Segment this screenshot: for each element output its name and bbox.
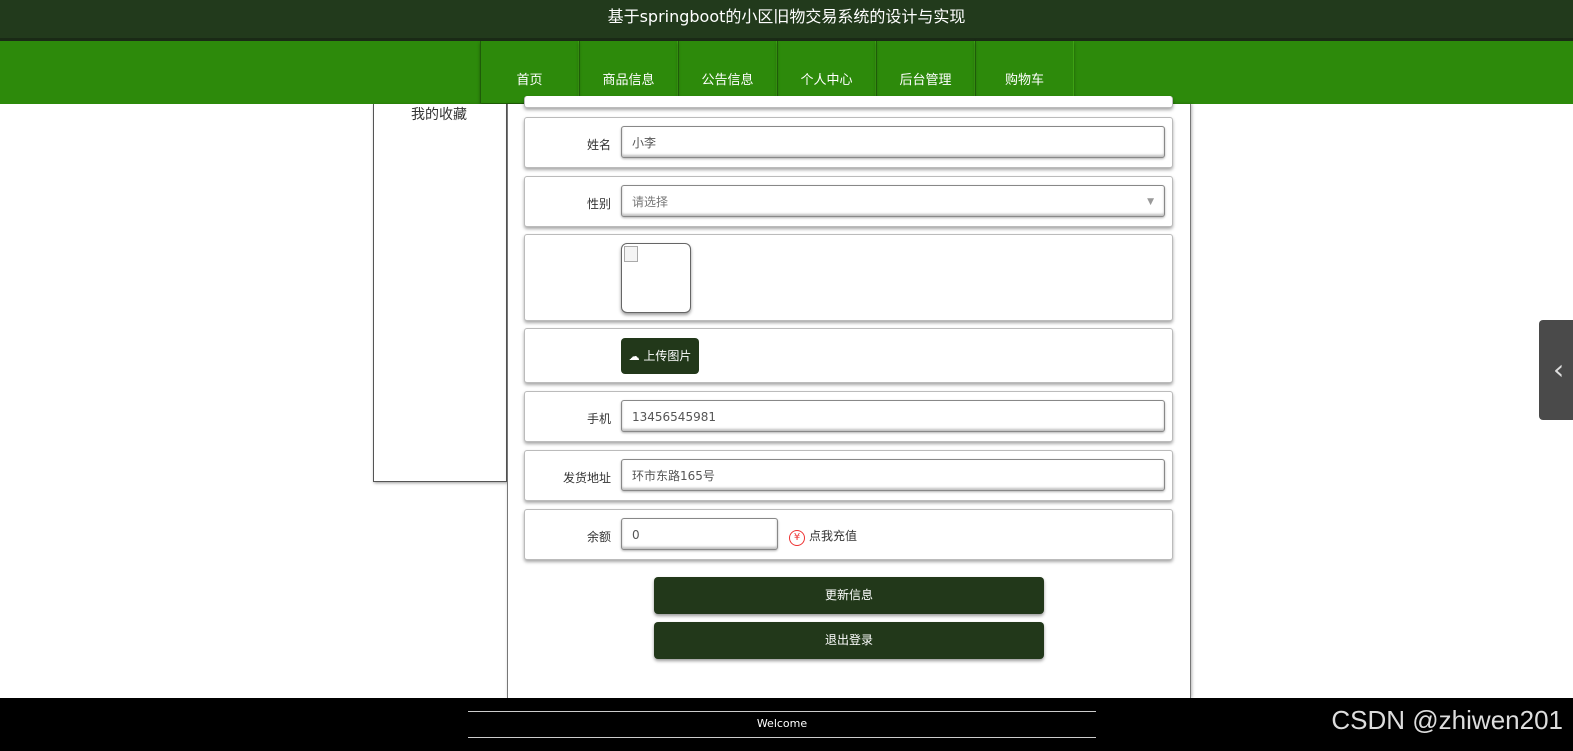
form-row-name: 姓名 小李 (524, 117, 1173, 168)
sidebar-item-favorites[interactable]: 我的收藏 (411, 104, 467, 124)
footer-welcome: Welcome (756, 717, 808, 730)
cloud-upload-icon: ☁ (628, 350, 640, 363)
avatar-preview (621, 243, 691, 313)
form-row-partial (524, 96, 1173, 108)
gender-select[interactable]: 请选择 ▼ (621, 185, 1165, 217)
update-info-button[interactable]: 更新信息 (654, 577, 1044, 614)
watermark-text: CSDN @zhiwen201 (1331, 705, 1563, 735)
name-label: 姓名 (586, 138, 611, 152)
footer-divider (468, 711, 1096, 712)
nav-item-admin[interactable]: 后台管理 (876, 41, 975, 103)
recharge-link[interactable]: ¥ 点我充值 (789, 527, 857, 546)
nav-item-announcements[interactable]: 公告信息 (678, 41, 777, 103)
nav-item-profile[interactable]: 个人中心 (777, 41, 876, 103)
chevron-down-icon: ▼ (1147, 197, 1154, 207)
gender-placeholder: 请选择 (632, 195, 669, 209)
form-row-address: 发货地址 环市东路165号 (524, 450, 1173, 501)
site-title: 基于springboot的小区旧物交易系统的设计与实现 (0, 0, 1573, 38)
balance-label: 余额 (586, 530, 611, 544)
profile-sidebar: 我的收藏 (373, 104, 507, 482)
balance-input[interactable]: 0 (621, 518, 778, 550)
name-input[interactable]: 小李 (621, 126, 1165, 158)
form-row-avatar (524, 234, 1173, 321)
site-footer: Welcome CSDN @zhiwen201 (0, 698, 1573, 751)
nav-item-products[interactable]: 商品信息 (579, 41, 678, 103)
logout-button[interactable]: 退出登录 (654, 622, 1044, 659)
nav-item-home[interactable]: 首页 (480, 41, 579, 103)
profile-form-panel: 姓名 小李 性别 请选择 ▼ ☁ 上传图片 手机 13456545981 发货地… (507, 96, 1191, 698)
form-row-gender: 性别 请选择 ▼ (524, 176, 1173, 227)
chevron-left-icon: ‹ (1553, 353, 1565, 386)
gender-label: 性别 (586, 197, 611, 211)
address-label: 发货地址 (562, 471, 611, 485)
form-row-balance: 余额 0 ¥ 点我充值 (524, 509, 1173, 560)
upload-image-button[interactable]: ☁ 上传图片 (621, 338, 699, 374)
broken-image-icon (624, 246, 638, 262)
nav-item-cart[interactable]: 购物车 (975, 41, 1074, 103)
phone-label: 手机 (586, 412, 611, 426)
form-row-upload: ☁ 上传图片 (524, 328, 1173, 383)
recharge-label: 点我充值 (809, 529, 858, 543)
phone-input[interactable]: 13456545981 (621, 400, 1165, 432)
main-navbar: 首页 商品信息 公告信息 个人中心 后台管理 购物车 (0, 38, 1573, 104)
address-input[interactable]: 环市东路165号 (621, 459, 1165, 491)
side-collapse-tab[interactable]: ‹ (1539, 320, 1573, 420)
yen-icon: ¥ (789, 530, 805, 546)
footer-divider (468, 737, 1096, 738)
form-row-phone: 手机 13456545981 (524, 391, 1173, 442)
upload-label: 上传图片 (643, 349, 692, 363)
